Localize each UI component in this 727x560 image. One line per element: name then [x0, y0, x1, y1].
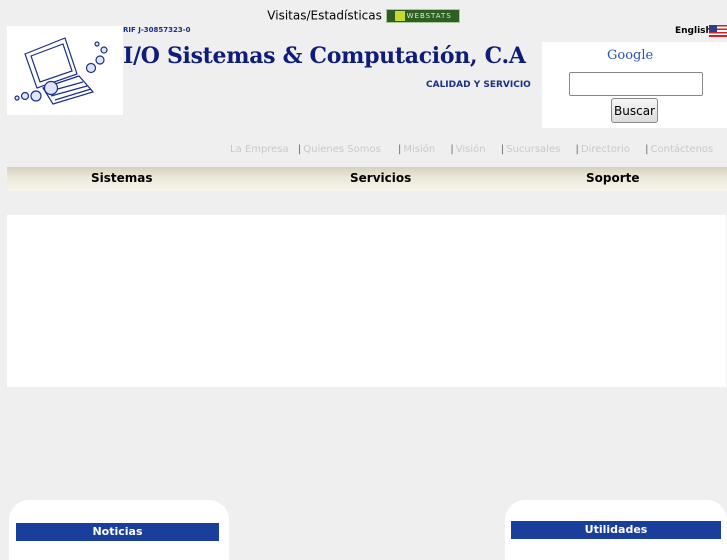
menu-soporte[interactable]: Soporte: [586, 171, 640, 185]
link-vision[interactable]: Visión: [456, 144, 486, 155]
utilities-panel: Utilidades: [505, 500, 727, 560]
search-input[interactable]: [569, 72, 703, 96]
link-directorio[interactable]: Directorio: [581, 144, 630, 155]
computer-logo-icon: [14, 37, 108, 105]
company-name: I/O Sistemas & Computación, C.A: [123, 43, 526, 69]
visits-label: Visitas/Estadísticas: [267, 8, 382, 23]
us-flag-icon[interactable]: [709, 25, 727, 37]
utilities-panel-title: Utilidades: [511, 521, 721, 539]
webstats-badge[interactable]: WEBSTATS: [385, 8, 460, 23]
link-quienes-somos[interactable]: Quienes Somos: [303, 144, 381, 155]
menu-sistemas[interactable]: Sistemas: [91, 171, 153, 185]
news-panel-title: Noticias: [16, 523, 219, 541]
link-sucursales[interactable]: Sucursales: [506, 144, 560, 155]
english-link[interactable]: English: [675, 26, 712, 36]
company-slogan: CALIDAD Y SERVICIO: [426, 80, 531, 90]
search-button[interactable]: Buscar: [611, 98, 658, 123]
top-nav-links: La Empresa | Quienes Somos | Misión | Visió…: [230, 144, 714, 155]
news-panel: Noticias: [9, 500, 229, 560]
link-contactenos[interactable]: Contáctenos: [651, 144, 714, 155]
company-logo: [7, 26, 123, 115]
link-mision[interactable]: Misión: [403, 144, 435, 155]
rif-number: RIF J-30857323-0: [123, 26, 191, 34]
menu-servicios[interactable]: Servicios: [350, 171, 411, 185]
link-la-empresa[interactable]: La Empresa: [230, 144, 289, 155]
main-content-area: [7, 215, 726, 387]
visits-stats: Visitas/Estadísticas WEBSTATS: [0, 8, 727, 24]
google-logo: Google: [607, 48, 654, 63]
